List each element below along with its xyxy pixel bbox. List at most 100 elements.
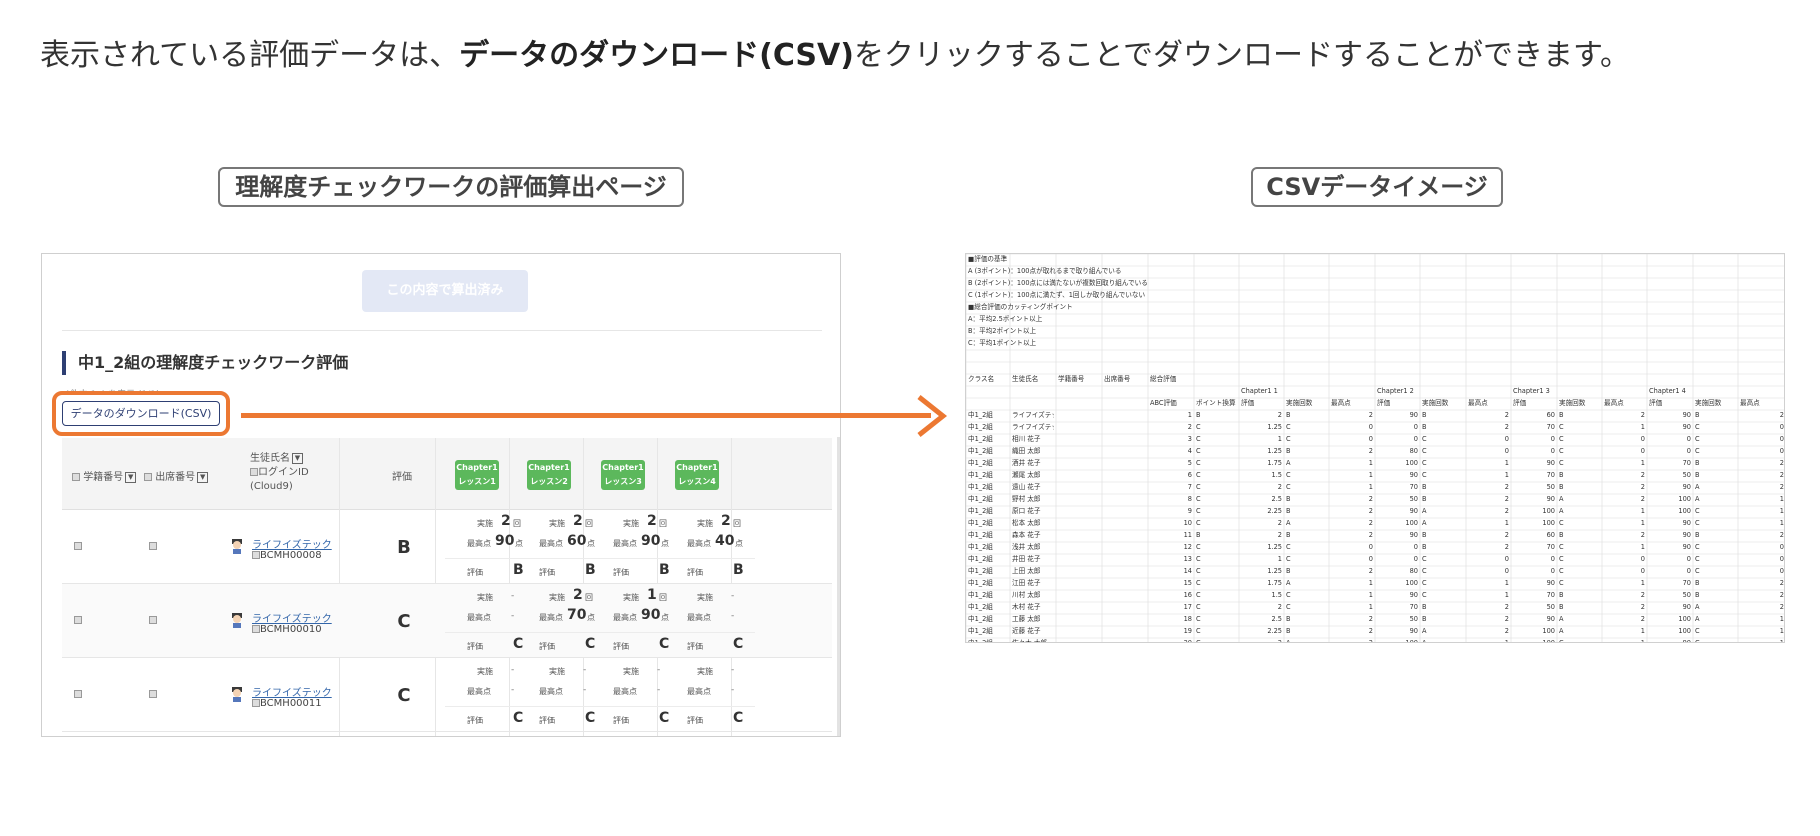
student-login-id: BCMH00011 bbox=[252, 698, 322, 709]
student-name-link[interactable]: ライフイズテック bbox=[252, 684, 332, 699]
csv-cell: 90 bbox=[1409, 591, 1418, 599]
csv-cell: 上田 太郎 bbox=[1012, 567, 1041, 575]
csv-cell: C bbox=[1422, 459, 1427, 467]
csv-cell: 15 bbox=[1183, 579, 1192, 587]
csv-cell: 2 bbox=[1779, 579, 1784, 587]
student-name-link[interactable]: ライフイズテック bbox=[252, 610, 332, 625]
student-name-link[interactable]: ライフイズテック bbox=[252, 536, 332, 551]
csv-cell: 9 bbox=[1187, 507, 1192, 515]
csv-cell: 2 bbox=[1779, 471, 1784, 479]
csv-cell: 60 bbox=[1546, 411, 1555, 419]
csv-cell: C bbox=[1695, 555, 1700, 563]
csv-cell: 1.5 bbox=[1271, 471, 1283, 479]
csv-cell: 90 bbox=[1409, 627, 1418, 635]
table-row: ライフイズテック BCMH00011 C 実施 - 最高点 - 評価 C 実施 - 最高点 - 評価 C 実施… bbox=[62, 658, 832, 732]
csv-cell: 0 bbox=[1686, 447, 1691, 455]
csv-cell: C bbox=[1422, 591, 1427, 599]
csv-cell: 瀬尾 太郎 bbox=[1012, 471, 1041, 479]
checkbox-icon[interactable] bbox=[74, 616, 82, 624]
csv-cell: A bbox=[1422, 627, 1427, 635]
csv-cell: 中1_2組 bbox=[968, 423, 993, 431]
csv-cell: A bbox=[1695, 495, 1700, 503]
header-seat-no[interactable]: 出席番号 ▼ bbox=[144, 468, 209, 483]
csv-cell: 0 bbox=[1779, 447, 1784, 455]
csv-cell: C (1ポイント)：100点に満たず、1回しか取り組んでいない bbox=[968, 291, 1146, 299]
csv-data-image: ■評価の基準 A (3ポイント)：100点が取れるまで取り組んでいる B (2ポイン… bbox=[965, 253, 1785, 643]
csv-cell: C bbox=[1286, 471, 1291, 479]
csv-cell: B (2ポイント)：100点には満たないが複数回取り組んでいる bbox=[968, 279, 1148, 287]
csv-cell: 100 bbox=[1405, 579, 1418, 587]
csv-cell: 90 bbox=[1682, 603, 1691, 611]
csv-cell: B bbox=[1422, 615, 1427, 623]
header-student-no[interactable]: 学籍番号 ▼ bbox=[72, 468, 137, 483]
csv-cell: 2 bbox=[1368, 411, 1373, 419]
csv-cell: C bbox=[1196, 555, 1201, 563]
csv-cell: 1 bbox=[1368, 591, 1373, 599]
csv-cell: C bbox=[1422, 579, 1427, 587]
csv-cell: 中1_2組 bbox=[968, 495, 993, 503]
dropdown-icon[interactable]: ▼ bbox=[125, 471, 137, 483]
csv-cell: 7 bbox=[1187, 483, 1192, 491]
csv-cell: 出席番号 bbox=[1104, 375, 1131, 383]
checkbox-icon[interactable] bbox=[74, 542, 82, 550]
checkbox-icon[interactable] bbox=[149, 690, 157, 698]
csv-cell: 評価 bbox=[1377, 399, 1391, 407]
csv-cell: 90 bbox=[1409, 531, 1418, 539]
csv-cell: 100 bbox=[1405, 519, 1418, 527]
csv-cell: B bbox=[1559, 603, 1564, 611]
calculated-button[interactable]: この内容で算出済み bbox=[362, 270, 528, 312]
csv-cell: B bbox=[1286, 627, 1291, 635]
horizontal-scrollbar[interactable] bbox=[837, 437, 840, 736]
csv-cell: 中1_2組 bbox=[968, 555, 993, 563]
lesson-cell: 実施 - 最高点 - 評価 C bbox=[665, 658, 755, 732]
csv-cell: 1 bbox=[1779, 519, 1784, 527]
csv-cell: 1 bbox=[1640, 459, 1645, 467]
header-student-name[interactable]: 生徒氏名 ▼ ログインID (Cloud9) bbox=[250, 452, 309, 494]
csv-cell: 2 bbox=[1277, 603, 1282, 611]
csv-cell: C bbox=[1695, 627, 1700, 635]
checkbox-icon[interactable] bbox=[149, 542, 157, 550]
csv-cell: 江田 花子 bbox=[1012, 579, 1041, 587]
csv-cell: C bbox=[1422, 447, 1427, 455]
csv-cell: 0 bbox=[1504, 555, 1509, 563]
csv-cell: B bbox=[1559, 591, 1564, 599]
csv-cell: 60 bbox=[1546, 531, 1555, 539]
csv-cell: C bbox=[1559, 519, 1564, 527]
csv-cell: 2 bbox=[1277, 483, 1282, 491]
csv-cell: 酒井 花子 bbox=[1012, 459, 1041, 467]
csv-cell: 松本 太郎 bbox=[1012, 519, 1041, 527]
csv-cell: C bbox=[1286, 423, 1291, 431]
id-icon bbox=[252, 551, 260, 559]
csv-cell: 4 bbox=[1187, 447, 1192, 455]
csv-cell: 90 bbox=[1546, 495, 1555, 503]
chapter-badge-4: Chapter1 レッスン4 bbox=[675, 460, 719, 490]
csv-cell: ライフイズテック 太郎 bbox=[1012, 423, 1054, 431]
csv-cell: Chapter1 4 bbox=[1649, 387, 1686, 395]
csv-cell: Chapter1 3 bbox=[1513, 387, 1550, 395]
download-csv-button[interactable]: データのダウンロード(CSV) bbox=[62, 401, 220, 426]
csv-cell: 90 bbox=[1546, 615, 1555, 623]
csv-cell: C bbox=[1422, 471, 1427, 479]
csv-cell: B bbox=[1559, 411, 1564, 419]
csv-cell: 学籍番号 bbox=[1058, 375, 1085, 383]
csv-cell: C bbox=[1422, 435, 1427, 443]
csv-cell: 2 bbox=[1640, 603, 1645, 611]
dropdown-icon[interactable]: ▼ bbox=[292, 452, 303, 464]
csv-cell: 2 bbox=[1368, 519, 1373, 527]
csv-cell: C bbox=[1559, 543, 1564, 551]
csv-cell: 川村 太郎 bbox=[1012, 591, 1041, 599]
csv-cell: 20 bbox=[1183, 639, 1192, 643]
overall-grade: B bbox=[397, 537, 411, 558]
checkbox-icon[interactable] bbox=[74, 690, 82, 698]
csv-cell: 0 bbox=[1640, 567, 1645, 575]
csv-cell: 最高点 bbox=[1740, 399, 1760, 407]
csv-cell: 1 bbox=[1368, 603, 1373, 611]
csv-cell: C bbox=[1559, 459, 1564, 467]
checkbox-icon[interactable] bbox=[149, 616, 157, 624]
evaluation-page-screenshot: この内容で算出済み 中1_2組の理解度チェックワーク評価 4件中 1-4 を表示… bbox=[41, 253, 841, 737]
csv-cell: 1.25 bbox=[1267, 543, 1282, 551]
csv-cell: 評価 bbox=[1513, 399, 1527, 407]
csv-cell: 0 bbox=[1686, 555, 1691, 563]
csv-cell: ポイント換算 bbox=[1196, 399, 1236, 407]
dropdown-icon[interactable]: ▼ bbox=[197, 471, 209, 483]
